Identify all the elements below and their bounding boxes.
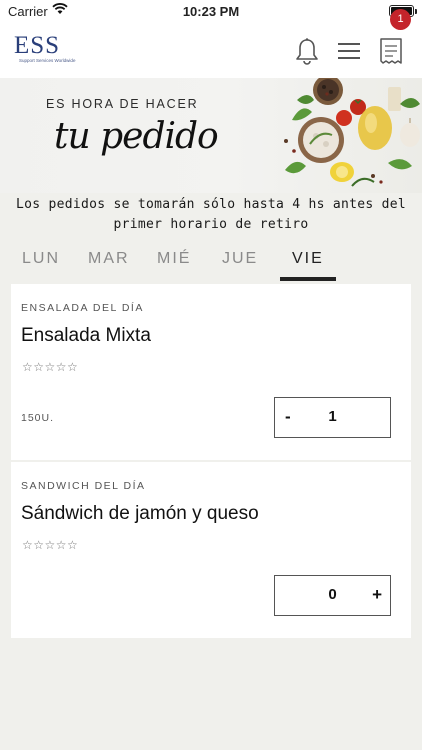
banner-kicker: ES HORA DE HACER xyxy=(46,97,199,111)
active-tab-indicator xyxy=(280,277,336,281)
bell-icon[interactable] xyxy=(292,36,322,66)
tab-mie[interactable]: MIÉ xyxy=(157,250,191,268)
ess-logo[interactable]: ESS Support Services Worldwide xyxy=(14,32,76,66)
order-banner: ES HORA DE HACER tu pedido xyxy=(0,78,422,193)
quantity-stepper: 0 + xyxy=(274,575,391,616)
menu-item-card: SANDWICH DEL DÍA Sándwich de jamón y que… xyxy=(11,462,411,638)
item-category: SANDWICH DEL DÍA xyxy=(21,480,146,492)
item-name: Ensalada Mixta xyxy=(21,325,151,346)
quantity-value: 1 xyxy=(328,408,337,425)
notice-line-1: Los pedidos se tomarán sólo hasta 4 hs a… xyxy=(15,197,407,212)
tab-lun[interactable]: LUN xyxy=(22,250,60,268)
weekday-tabs: LUN MAR MIÉ JUE VIE xyxy=(0,248,422,282)
status-bar: Carrier 10:23 PM xyxy=(0,0,422,22)
menu-item-card: ENSALADA DEL DÍA Ensalada Mixta ☆☆☆☆☆ 15… xyxy=(11,284,411,460)
item-price: 150U. xyxy=(21,412,55,424)
clock: 10:23 PM xyxy=(182,4,240,19)
item-name: Sándwich de jamón y queso xyxy=(21,503,259,524)
order-deadline-notice: Los pedidos se tomarán sólo hasta 4 hs a… xyxy=(0,195,422,235)
notice-line-2: primer horario de retiro xyxy=(113,217,309,232)
quantity-stepper: - 1 xyxy=(274,397,391,438)
increment-button[interactable]: + xyxy=(372,585,382,605)
top-nav-bar: ESS Support Services Worldwide xyxy=(0,22,422,78)
tab-jue[interactable]: JUE xyxy=(222,250,258,268)
tab-vie[interactable]: VIE xyxy=(292,250,324,268)
receipt-icon[interactable] xyxy=(376,36,406,66)
star-rating[interactable]: ☆☆☆☆☆ xyxy=(22,360,78,374)
tab-mar[interactable]: MAR xyxy=(88,250,130,268)
logo-subtitle: Support Services Worldwide xyxy=(19,58,76,63)
star-rating[interactable]: ☆☆☆☆☆ xyxy=(22,538,78,552)
cart-count-badge: 1 xyxy=(390,9,411,30)
item-category: ENSALADA DEL DÍA xyxy=(21,302,144,314)
banner-title: tu pedido xyxy=(54,116,219,157)
logo-text: ESS xyxy=(14,32,61,59)
hamburger-menu-icon[interactable] xyxy=(334,36,364,66)
food-ingredients-illustration xyxy=(284,78,420,187)
